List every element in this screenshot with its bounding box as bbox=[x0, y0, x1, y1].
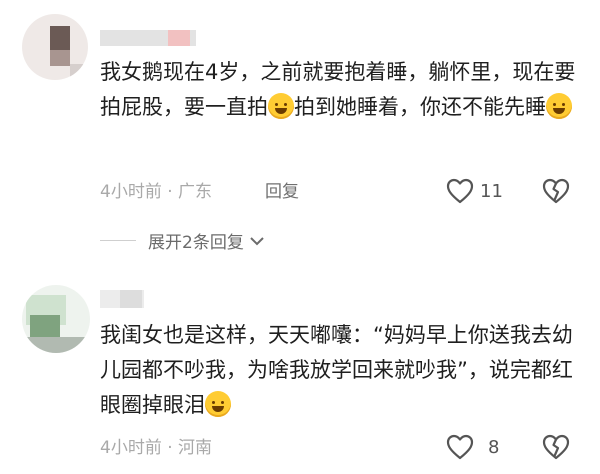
broken-heart-icon bbox=[542, 178, 570, 204]
username-redacted-tail bbox=[120, 290, 142, 308]
like-count: 8 bbox=[488, 437, 500, 458]
heart-outline-icon bbox=[446, 178, 474, 204]
chevron-down-icon bbox=[250, 236, 264, 245]
broken-heart-icon bbox=[542, 434, 570, 460]
heart-outline-icon bbox=[446, 434, 474, 460]
like-button[interactable] bbox=[446, 178, 474, 204]
reply-button[interactable]: 回复 bbox=[265, 180, 299, 204]
like-button[interactable] bbox=[446, 434, 474, 460]
grinning-emoji-icon bbox=[205, 391, 231, 417]
comment-meta: 4小时前 · 广东 bbox=[100, 182, 213, 202]
comment-text: 我女鹅现在4岁，之前就要抱着睡，躺怀里，现在要拍屁股，要一直拍 拍到她睡着，你还不… bbox=[100, 60, 576, 119]
dislike-button[interactable] bbox=[542, 434, 570, 460]
username-redacted-tail bbox=[168, 30, 190, 46]
expand-replies-button[interactable]: 展开2条回复 bbox=[100, 228, 266, 253]
laughing-emoji-icon bbox=[268, 93, 294, 119]
divider-line bbox=[100, 240, 136, 241]
avatar[interactable] bbox=[22, 285, 90, 353]
laughing-emoji-icon bbox=[546, 93, 572, 119]
expand-replies-label: 展开2条回复 bbox=[148, 233, 244, 253]
comment-text: 我闺女也是这样，天天嘟囔：“妈妈早上你送我去幼儿园都不吵我，为啥我放学回来就吵我… bbox=[100, 323, 573, 417]
dislike-button[interactable] bbox=[542, 178, 570, 204]
avatar[interactable] bbox=[22, 14, 88, 80]
like-count: 11 bbox=[480, 181, 503, 202]
comment-meta: 4小时前 · 河南 bbox=[100, 438, 213, 458]
